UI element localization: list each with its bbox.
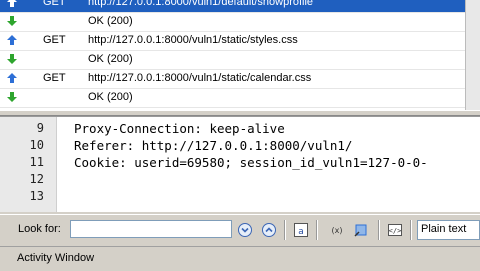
request-arrow-icon bbox=[7, 35, 17, 45]
find-toolbar: Look for: a (x) </> Plain text bbox=[0, 214, 480, 245]
status-text: Activity Window bbox=[17, 252, 95, 264]
toolbar-separator bbox=[378, 220, 380, 240]
request-arrow-icon bbox=[7, 73, 17, 83]
find-next-icon[interactable] bbox=[236, 221, 254, 239]
line-number: 11 bbox=[29, 155, 44, 169]
toolbar-separator bbox=[316, 220, 318, 240]
toolbar-separator bbox=[410, 220, 412, 240]
response-status: OK (200) bbox=[88, 91, 133, 103]
request-arrow-icon bbox=[7, 0, 17, 7]
request-url: http://127.0.0.1:8000/vuln1/static/style… bbox=[88, 34, 298, 46]
request-row[interactable]: OK (200) bbox=[0, 88, 480, 108]
request-row[interactable]: OK (200) bbox=[0, 12, 480, 32]
find-label: Look for: bbox=[18, 223, 61, 235]
response-status: OK (200) bbox=[88, 53, 133, 65]
response-arrow-icon bbox=[7, 16, 17, 26]
request-method: GET bbox=[43, 34, 66, 46]
status-bar: Activity Window bbox=[0, 246, 480, 271]
request-method: GET bbox=[43, 72, 66, 84]
request-row[interactable]: OK (200) bbox=[0, 50, 480, 70]
request-url: http://127.0.0.1:8000/vuln1/default/show… bbox=[88, 0, 314, 8]
request-row[interactable]: GET http://127.0.0.1:8000/vuln1/static/st… bbox=[0, 31, 480, 51]
line-number-gutter: 9 10 11 12 13 bbox=[0, 117, 57, 212]
request-editor[interactable]: 9 10 11 12 13 Proxy-Connection: keep-ali… bbox=[0, 116, 480, 212]
match-case-icon[interactable]: a bbox=[292, 221, 310, 239]
svg-text:</>: </> bbox=[389, 227, 402, 235]
find-mode-select[interactable]: Plain text bbox=[417, 220, 480, 240]
code-line: Cookie: userid=69580; session_id_vuln1=1… bbox=[74, 155, 428, 170]
request-list-scrollbar[interactable] bbox=[465, 0, 480, 110]
request-list[interactable]: GET http://127.0.0.1:8000/vuln1/default/s… bbox=[0, 0, 480, 110]
regex-icon[interactable]: (x) bbox=[328, 221, 346, 239]
code-line: Proxy-Connection: keep-alive bbox=[74, 121, 285, 136]
line-number: 12 bbox=[29, 172, 44, 186]
response-arrow-icon bbox=[7, 92, 17, 102]
request-url: http://127.0.0.1:8000/vuln1/static/calen… bbox=[88, 72, 312, 84]
response-arrow-icon bbox=[7, 54, 17, 64]
toolbar-separator bbox=[284, 220, 286, 240]
line-number: 9 bbox=[36, 121, 44, 135]
request-row[interactable]: GET http://127.0.0.1:8000/vuln1/static/ca… bbox=[0, 69, 480, 89]
svg-text:(x): (x) bbox=[332, 226, 343, 235]
find-input[interactable] bbox=[70, 220, 232, 238]
line-number: 13 bbox=[29, 189, 44, 203]
line-number: 10 bbox=[29, 138, 44, 152]
code-line: Referer: http://127.0.0.1:8000/vuln1/ bbox=[74, 138, 353, 153]
svg-text:a: a bbox=[298, 227, 304, 237]
response-status: OK (200) bbox=[88, 15, 133, 27]
find-previous-icon[interactable] bbox=[260, 221, 278, 239]
request-method: GET bbox=[43, 0, 66, 8]
highlight-icon[interactable] bbox=[352, 221, 370, 239]
format-icon[interactable]: </> bbox=[386, 221, 404, 239]
